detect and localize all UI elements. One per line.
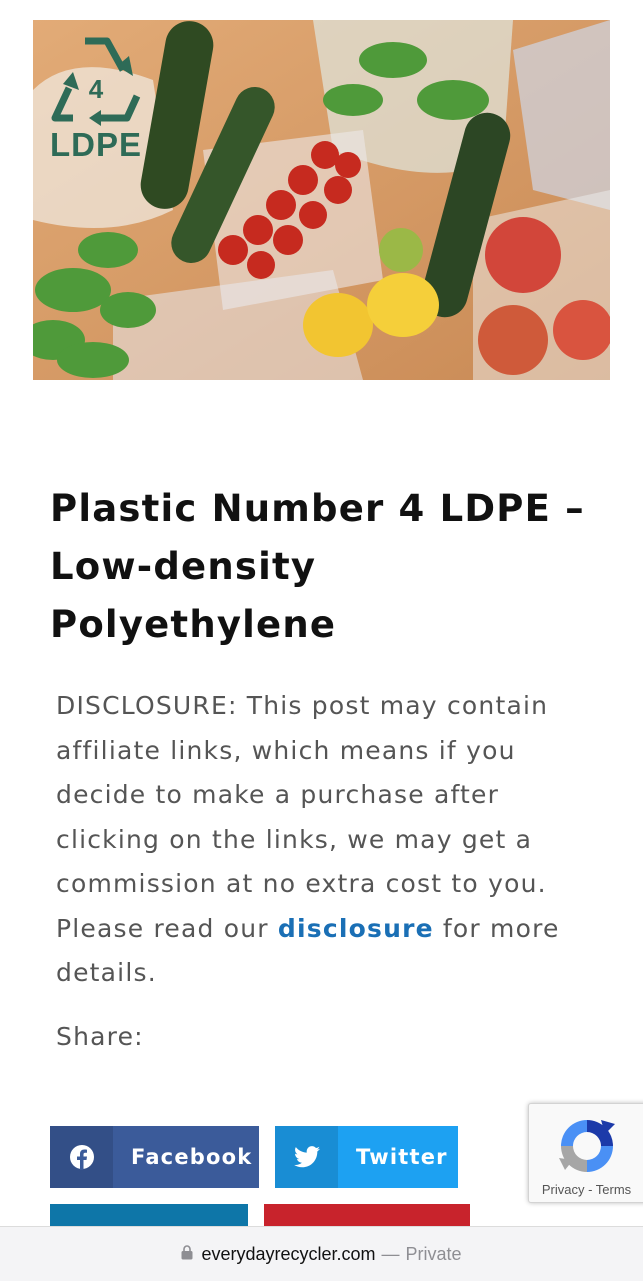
facebook-share-button[interactable]: Facebook bbox=[50, 1126, 259, 1188]
url-separator: — bbox=[381, 1243, 400, 1264]
recycling-symbol: 4 LDPE bbox=[41, 26, 151, 166]
recaptcha-terms-link[interactable]: Terms bbox=[596, 1182, 631, 1197]
browser-url-bar[interactable]: everydayrecycler.com — Private bbox=[0, 1226, 643, 1281]
article-title: Plastic Number 4 LDPE – Low-density Poly… bbox=[50, 487, 585, 646]
recycle-number: 4 bbox=[88, 74, 104, 104]
twitter-share-label: Twitter bbox=[356, 1145, 448, 1169]
twitter-share-button[interactable]: Twitter bbox=[275, 1126, 458, 1188]
recycle-code-label: LDPE bbox=[49, 126, 142, 163]
disclosure-text: DISCLOSURE: This post may contain affili… bbox=[56, 684, 586, 996]
facebook-icon bbox=[50, 1126, 113, 1188]
facebook-share-label: Facebook bbox=[131, 1145, 253, 1169]
disclosure-text-before: DISCLOSURE: This post may contain affili… bbox=[56, 691, 549, 943]
url-domain: everydayrecycler.com bbox=[201, 1243, 376, 1264]
recaptcha-separator: - bbox=[584, 1182, 596, 1197]
share-label: Share: bbox=[56, 1022, 144, 1051]
disclosure-link[interactable]: disclosure bbox=[278, 914, 434, 943]
hero-image: 4 LDPE bbox=[33, 20, 610, 380]
recaptcha-privacy-link[interactable]: Privacy bbox=[542, 1182, 585, 1197]
private-mode-label: Private bbox=[405, 1243, 462, 1264]
twitter-icon bbox=[275, 1126, 338, 1188]
recaptcha-links: Privacy - Terms bbox=[529, 1182, 643, 1197]
recaptcha-icon bbox=[559, 1120, 615, 1172]
recaptcha-badge[interactable]: Privacy - Terms bbox=[528, 1103, 643, 1203]
lock-icon bbox=[181, 1244, 193, 1265]
